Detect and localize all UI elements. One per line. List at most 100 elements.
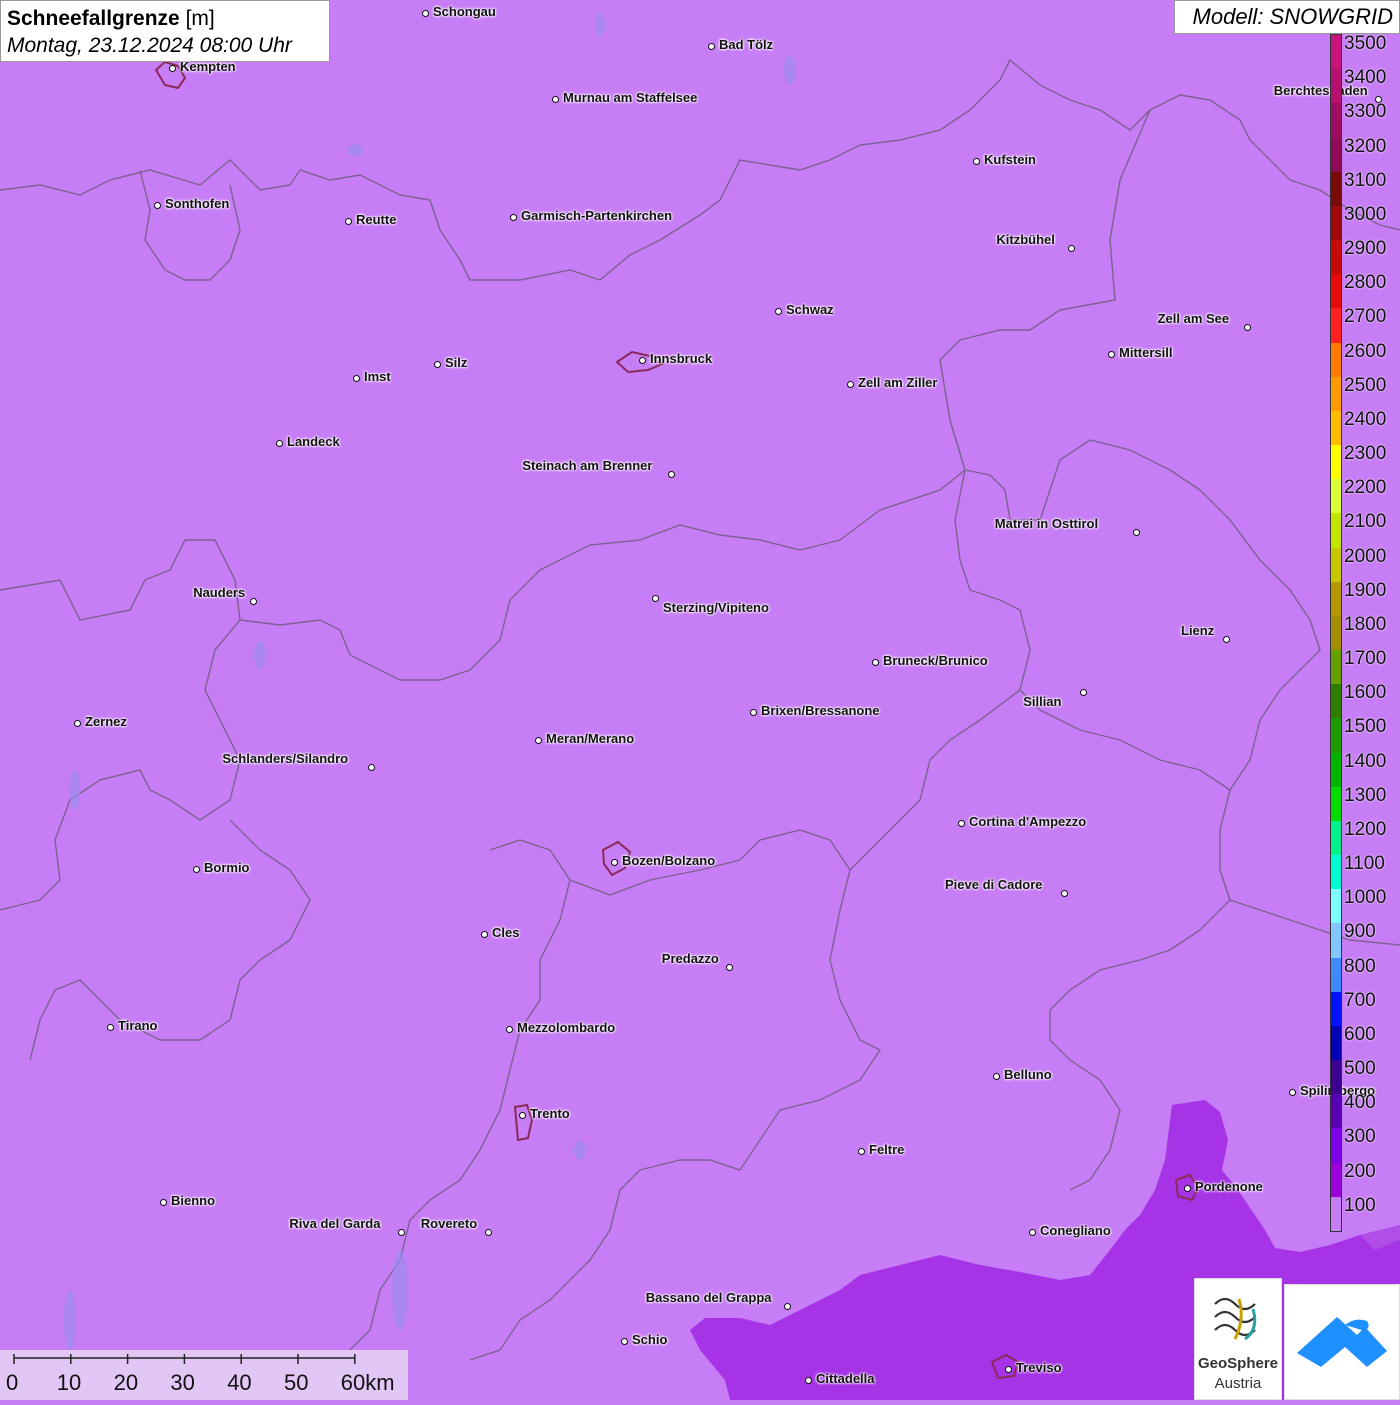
city-marker: [367, 763, 375, 771]
city-marker: [1028, 1228, 1036, 1236]
map-datetime: Montag, 23.12.2024 08:00 Uhr: [7, 34, 292, 57]
city-marker: [505, 1025, 513, 1033]
city-label: Steinach am Brenner: [522, 458, 653, 473]
legend-label: 1000: [1344, 887, 1387, 909]
logo-line2: Austria: [1214, 1375, 1262, 1392]
city-marker: [725, 963, 733, 971]
city-marker: [1107, 350, 1115, 358]
legend-color-swatch: [1331, 650, 1341, 685]
city-label: Sterzing/Vipiteno: [663, 600, 769, 615]
legend-color-swatch: [1331, 308, 1341, 344]
legend-label: 2500: [1344, 374, 1387, 396]
legend-color-swatch: [1331, 957, 1341, 993]
city-marker: [352, 374, 360, 382]
city-marker: [1004, 1365, 1012, 1373]
city-label: Bad Tölz: [719, 37, 774, 52]
legend-label: 2400: [1344, 408, 1387, 430]
city-marker: [846, 380, 854, 388]
city-label: Schwaz: [786, 302, 834, 317]
city-marker: [249, 597, 257, 605]
scale-tick-label: 20: [113, 1370, 139, 1395]
city-label: Trento: [530, 1106, 570, 1121]
city-label: Belluno: [1004, 1067, 1052, 1082]
legend-label: 600: [1344, 1023, 1376, 1045]
city-label: Zell am See: [1157, 311, 1230, 326]
city-label: Mezzolombardo: [517, 1020, 616, 1035]
city-label: Bassano del Grappa: [645, 1290, 772, 1305]
city-label: Rovereto: [420, 1216, 478, 1231]
legend-label: 2700: [1344, 306, 1387, 328]
city-label: Kufstein: [984, 152, 1036, 167]
legend-color-swatch: [1331, 410, 1341, 446]
legend-color-swatch: [1331, 889, 1341, 924]
city-marker: [275, 439, 283, 447]
city-marker: [667, 470, 675, 478]
city-label: Tirano: [118, 1018, 158, 1033]
city-label: Reutte: [356, 212, 397, 227]
legend-label: 1100: [1344, 853, 1385, 875]
city-label: Sillian: [1023, 694, 1062, 709]
legend-label: 1400: [1344, 750, 1387, 772]
city-label: Cittadella: [816, 1371, 875, 1386]
city-marker: [1243, 323, 1251, 331]
city-label: Garmisch-Partenkirchen: [521, 208, 673, 223]
legend-color-swatch: [1331, 923, 1341, 959]
legend-label: 3200: [1344, 135, 1387, 157]
legend-color-swatch: [1331, 513, 1341, 549]
city-marker: [1132, 528, 1140, 536]
city-label: Bruneck/Brunico: [883, 653, 988, 668]
city-label: Schio: [632, 1332, 668, 1347]
legend-label: 2300: [1344, 443, 1387, 465]
city-marker: [551, 95, 559, 103]
legend-color-swatch: [1331, 752, 1341, 788]
legend-color-swatch: [1331, 1060, 1341, 1095]
city-marker: [344, 217, 352, 225]
legend-label: 700: [1344, 989, 1376, 1011]
legend-label: 1700: [1344, 648, 1387, 670]
legend-label: 500: [1344, 1058, 1376, 1080]
city-label: Feltre: [869, 1142, 905, 1157]
city-marker: [73, 719, 81, 727]
city-marker: [1183, 1184, 1191, 1192]
legend-color-swatch: [1331, 479, 1341, 514]
city-marker: [857, 1147, 865, 1155]
city-label: Innsbruck: [650, 351, 713, 366]
city-marker: [433, 360, 441, 368]
city-label: Predazzo: [661, 951, 719, 966]
city-label: Murnau am Staffelsee: [563, 90, 698, 105]
color-legend: [1330, 34, 1342, 1232]
geosphere-logo-icon: [1214, 1297, 1257, 1341]
legend-color-swatch: [1331, 1162, 1341, 1198]
city-label: Pieve di Cadore: [945, 877, 1043, 892]
legend-color-swatch: [1331, 137, 1341, 173]
legend-label: 2000: [1344, 545, 1387, 567]
scale-tick-label: 0: [6, 1370, 19, 1395]
legend-label: 2900: [1344, 238, 1387, 260]
legend-color-swatch: [1331, 342, 1341, 378]
legend-color-swatch: [1331, 376, 1341, 412]
city-marker: [957, 819, 965, 827]
legend-color-swatch: [1331, 786, 1341, 822]
city-marker: [397, 1228, 405, 1236]
city-label: Kitzbühel: [996, 232, 1055, 247]
model-label: Modell: SNOWGRID: [1174, 0, 1400, 34]
city-marker: [484, 1228, 492, 1236]
legend-label: 2600: [1344, 340, 1387, 362]
city-label: Zell am Ziller: [858, 375, 938, 390]
city-marker: [972, 157, 980, 165]
legend-label: 200: [1344, 1160, 1376, 1182]
legend-label: 2800: [1344, 272, 1387, 294]
city-marker: [707, 42, 715, 50]
legend-color-swatch: [1331, 991, 1341, 1027]
city-label: Imst: [364, 369, 391, 384]
city-marker: [1222, 635, 1230, 643]
city-marker: [421, 9, 429, 17]
legend-color-swatch: [1331, 1025, 1341, 1061]
city-label: Cortina d'Ampezzo: [969, 814, 1087, 829]
city-label: Schlanders/Silandro: [222, 751, 349, 766]
scale-tick-label: 50: [284, 1370, 309, 1395]
legend-color-swatch: [1331, 718, 1341, 754]
city-marker: [1288, 1088, 1296, 1096]
legend-color-swatch: [1331, 684, 1341, 719]
city-marker: [804, 1376, 812, 1384]
